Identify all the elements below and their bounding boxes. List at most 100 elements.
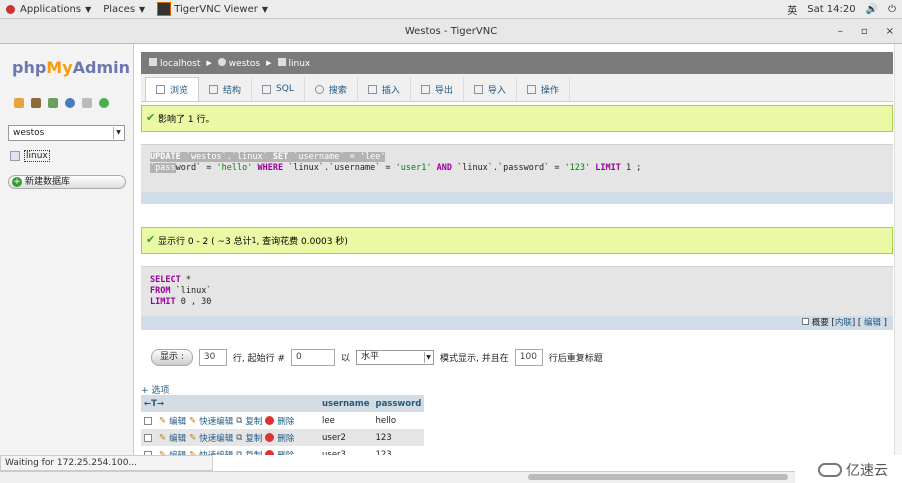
column-header-username[interactable]: username bbox=[319, 395, 373, 412]
chevron-down-icon: ▼ bbox=[113, 127, 123, 139]
result-table: ←T→ username password ✎ 编辑 ✎ 快速编辑 ⧉ 复制 删除 l… bbox=[141, 395, 425, 456]
places-menu[interactable]: Places ▼ bbox=[97, 0, 151, 19]
quick-edit-link[interactable]: 快速编辑 bbox=[199, 415, 233, 427]
cell-password[interactable]: 123 bbox=[372, 429, 425, 446]
power-icon[interactable]: ⏻ bbox=[888, 4, 896, 15]
wrench-icon bbox=[526, 84, 536, 94]
phpmyadmin-logo[interactable]: phpMyAdmin bbox=[12, 58, 130, 77]
scrollbar-thumb[interactable] bbox=[528, 474, 788, 480]
inline-edit-link[interactable]: 内联 bbox=[835, 318, 852, 328]
edit-sql-link[interactable]: 编辑 bbox=[864, 318, 881, 328]
delete-link[interactable]: 删除 bbox=[277, 432, 294, 444]
column-arrows[interactable]: ←T→ bbox=[141, 395, 319, 412]
close-button[interactable]: × bbox=[886, 19, 894, 44]
query-window-icon[interactable] bbox=[48, 98, 58, 108]
copy-link[interactable]: 复制 bbox=[245, 415, 262, 427]
tab-search[interactable]: 搜索 bbox=[305, 77, 358, 101]
display-mode-select[interactable]: 水平 ▼ bbox=[356, 350, 435, 365]
tab-structure[interactable]: 结构 bbox=[199, 77, 253, 101]
table-icon bbox=[277, 57, 286, 66]
maximize-button[interactable]: ▫ bbox=[861, 19, 868, 44]
profiling-checkbox[interactable] bbox=[802, 318, 810, 325]
column-header-password[interactable]: password bbox=[372, 395, 425, 412]
repeat-suffix-label: 行后重复标题 bbox=[548, 354, 603, 364]
tab-sql[interactable]: SQL bbox=[252, 77, 305, 101]
applications-menu[interactable]: Applications ▼ bbox=[0, 0, 97, 19]
edit-link[interactable]: 编辑 bbox=[169, 415, 186, 427]
sql-footer bbox=[141, 192, 893, 204]
tab-import[interactable]: 导入 bbox=[464, 77, 517, 101]
delete-link[interactable]: 删除 bbox=[277, 415, 294, 427]
table-row: ✎ 编辑 ✎ 快速编辑 ⧉ 复制 删除 lee hello bbox=[141, 412, 425, 429]
tab-insert[interactable]: 插入 bbox=[358, 77, 411, 101]
delete-icon bbox=[265, 433, 275, 442]
minimize-button[interactable]: – bbox=[838, 19, 843, 44]
clock[interactable]: Sat 14:20 bbox=[807, 4, 855, 15]
cell-password[interactable]: 123 bbox=[372, 446, 425, 455]
pma-navigation: phpMyAdmin westos ▼ linux + 新建数据库 bbox=[0, 44, 134, 455]
chevron-down-icon: ▼ bbox=[424, 352, 432, 363]
delete-icon bbox=[265, 416, 275, 425]
table-icon bbox=[10, 151, 20, 161]
breadcrumb-table[interactable]: linux bbox=[277, 57, 310, 69]
cell-username[interactable]: user3 bbox=[319, 446, 373, 455]
repeat-header-input[interactable]: 100 bbox=[514, 349, 543, 366]
copy-icon: ⧉ bbox=[236, 449, 243, 456]
edit-link[interactable]: 编辑 bbox=[169, 432, 186, 444]
cell-username[interactable]: user2 bbox=[319, 429, 373, 446]
sql-links: 概要 [内联] [ 编辑 ] bbox=[141, 316, 893, 330]
pma-main: localhost ▶ westos ▶ linux 浏览 结构 SQL 搜索 … bbox=[141, 44, 902, 455]
delete-link[interactable]: 删除 bbox=[277, 449, 294, 456]
horizontal-scrollbar[interactable] bbox=[0, 471, 795, 483]
logout-icon[interactable] bbox=[31, 98, 41, 108]
copy-link[interactable]: 复制 bbox=[245, 449, 262, 456]
chevron-down-icon: ▼ bbox=[261, 4, 269, 14]
system-top-bar: Applications ▼ Places ▼ TigerVNC Viewer ▼ 英… bbox=[0, 0, 902, 19]
rows-input[interactable]: 30 bbox=[198, 349, 227, 366]
watermark: 亿速云 bbox=[818, 460, 888, 480]
import-icon bbox=[473, 84, 483, 94]
chevron-down-icon: ▼ bbox=[139, 4, 146, 14]
input-method-indicator[interactable]: 英 bbox=[787, 2, 797, 17]
reload-icon[interactable] bbox=[99, 98, 109, 108]
check-icon: ✔ bbox=[146, 233, 156, 246]
volume-icon[interactable]: 🔊 bbox=[866, 4, 878, 15]
cell-password[interactable]: hello bbox=[372, 412, 425, 429]
docs-icon[interactable] bbox=[65, 98, 75, 108]
cell-username[interactable]: lee bbox=[319, 412, 373, 429]
quick-edit-link[interactable]: 快速编辑 bbox=[199, 432, 233, 444]
sql-line-2: `password` = 'hello' WHERE `linux`.`user… bbox=[150, 163, 642, 173]
tab-operations[interactable]: 操作 bbox=[517, 77, 570, 101]
table-link-linux[interactable]: linux bbox=[10, 150, 50, 162]
breadcrumb-server[interactable]: localhost bbox=[149, 57, 200, 69]
tab-bar: 浏览 结构 SQL 搜索 插入 导出 导入 操作 bbox=[141, 74, 893, 102]
show-button[interactable]: 显示 : bbox=[151, 349, 193, 366]
server-icon bbox=[149, 57, 157, 66]
quick-edit-icon: ✎ bbox=[189, 415, 197, 426]
copy-icon: ⧉ bbox=[236, 415, 243, 426]
row-checkbox[interactable] bbox=[144, 416, 152, 425]
active-app-menu[interactable]: TigerVNC Viewer ▼ bbox=[151, 0, 274, 19]
check-icon: ✔ bbox=[146, 111, 156, 124]
window-title: Westos - TigerVNC bbox=[404, 26, 498, 37]
fedora-icon bbox=[6, 4, 15, 14]
cloud-icon bbox=[818, 463, 842, 477]
vertical-scrollbar[interactable] bbox=[894, 44, 902, 455]
database-select[interactable]: westos ▼ bbox=[8, 125, 125, 141]
breadcrumb-database[interactable]: westos bbox=[217, 57, 260, 69]
copy-link[interactable]: 复制 bbox=[245, 432, 262, 444]
start-row-input[interactable]: 0 bbox=[291, 349, 336, 366]
row-checkbox[interactable] bbox=[144, 433, 152, 442]
tab-browse[interactable]: 浏览 bbox=[145, 77, 200, 101]
chevron-down-icon: ▼ bbox=[85, 4, 92, 14]
success-message-rows: ✔ 显示行 0 - 2 ( ~3 总计 1, 查询花费 0.0003 秒) bbox=[141, 227, 893, 254]
table-row: ✎ 编辑 ✎ 快速编辑 ⧉ 复制 删除 user2 123 bbox=[141, 429, 425, 446]
delete-icon bbox=[265, 450, 275, 455]
success-message-affected: ✔ 影响了 1 行。 bbox=[141, 105, 893, 132]
browser-status-bar: Waiting for 172.25.254.100... bbox=[0, 455, 213, 471]
copy-icon[interactable] bbox=[82, 98, 92, 108]
triangle-right-icon: ▶ bbox=[266, 59, 272, 67]
tab-export[interactable]: 导出 bbox=[411, 77, 464, 101]
new-database-button[interactable]: + 新建数据库 bbox=[8, 175, 126, 189]
home-icon[interactable] bbox=[14, 98, 24, 108]
